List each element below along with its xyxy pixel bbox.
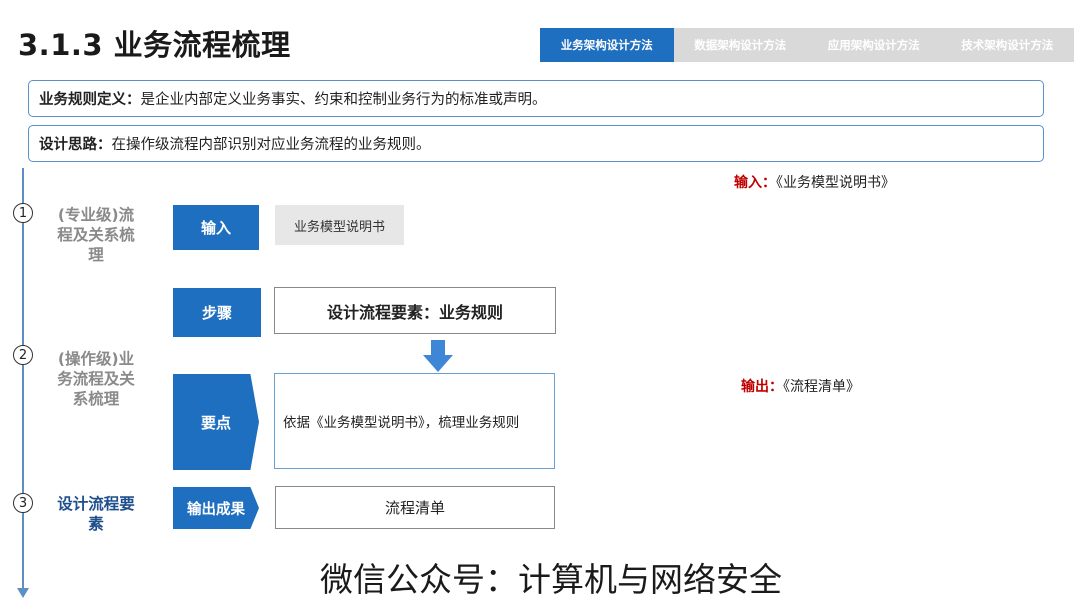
rule-definition-text: 是企业内部定义业务事实、约束和控制业务行为的标准或声明。 [140,92,547,108]
output-note-label: 输出： [741,379,783,395]
procedure-step-value: 设计流程要素：业务规则 [274,287,556,334]
timeline-line [22,168,24,592]
design-idea-label: 设计思路： [39,137,112,153]
tab-data-architecture[interactable]: 数据架构设计方法 [674,28,808,62]
flow-down-arrow-icon [423,340,453,372]
timeline-arrow-icon [17,588,29,598]
input-step-label: 输入 [173,205,259,250]
stage-2-label: (操作级)业 务流程及关 系梳理 [57,350,135,408]
tab-application-architecture[interactable]: 应用架构设计方法 [807,28,941,62]
design-idea-text: 在操作级流程内部识别对应业务流程的业务规则。 [111,137,431,153]
design-idea-bar: 设计思路： 在操作级流程内部识别对应业务流程的业务规则。 [28,125,1044,162]
page-title: 3.1.3 业务流程梳理 [18,28,291,62]
output-note-value: 《流程清单》 [783,379,860,395]
input-note-value: 《业务模型说明书》 [776,175,895,191]
tab-technology-architecture[interactable]: 技术架构设计方法 [941,28,1075,62]
stage-1-label: (专业级)流 程及关系梳 理 [57,206,135,264]
stage-3-number: 3 [13,493,33,513]
tab-business-architecture[interactable]: 业务架构设计方法 [540,28,674,62]
section-tabs: 业务架构设计方法 数据架构设计方法 应用架构设计方法 技术架构设计方法 [540,28,1074,62]
output-note: 输出：《流程清单》 [741,376,860,396]
procedure-step-label: 步骤 [173,288,261,337]
keypoint-step-value: 依据《业务模型说明书》，梳理业务规则 [274,373,555,469]
rule-definition-label: 业务规则定义： [39,92,141,108]
stage-1-number: 1 [13,203,33,223]
rule-definition-bar: 业务规则定义： 是企业内部定义业务事实、约束和控制业务行为的标准或声明。 [28,80,1044,117]
output-step-label: 输出成果 [173,487,259,529]
input-step-value: 业务模型说明书 [275,205,404,245]
input-note-label: 输入： [734,175,776,191]
keypoint-step-label: 要点 [173,374,259,470]
stage-2-number: 2 [13,345,33,365]
output-step-value: 流程清单 [275,486,555,529]
stage-3-label: 设计流程要 素 [57,495,135,533]
input-note: 输入：《业务模型说明书》 [734,172,895,192]
watermark-text: 微信公众号：计算机与网络安全 [320,560,782,599]
